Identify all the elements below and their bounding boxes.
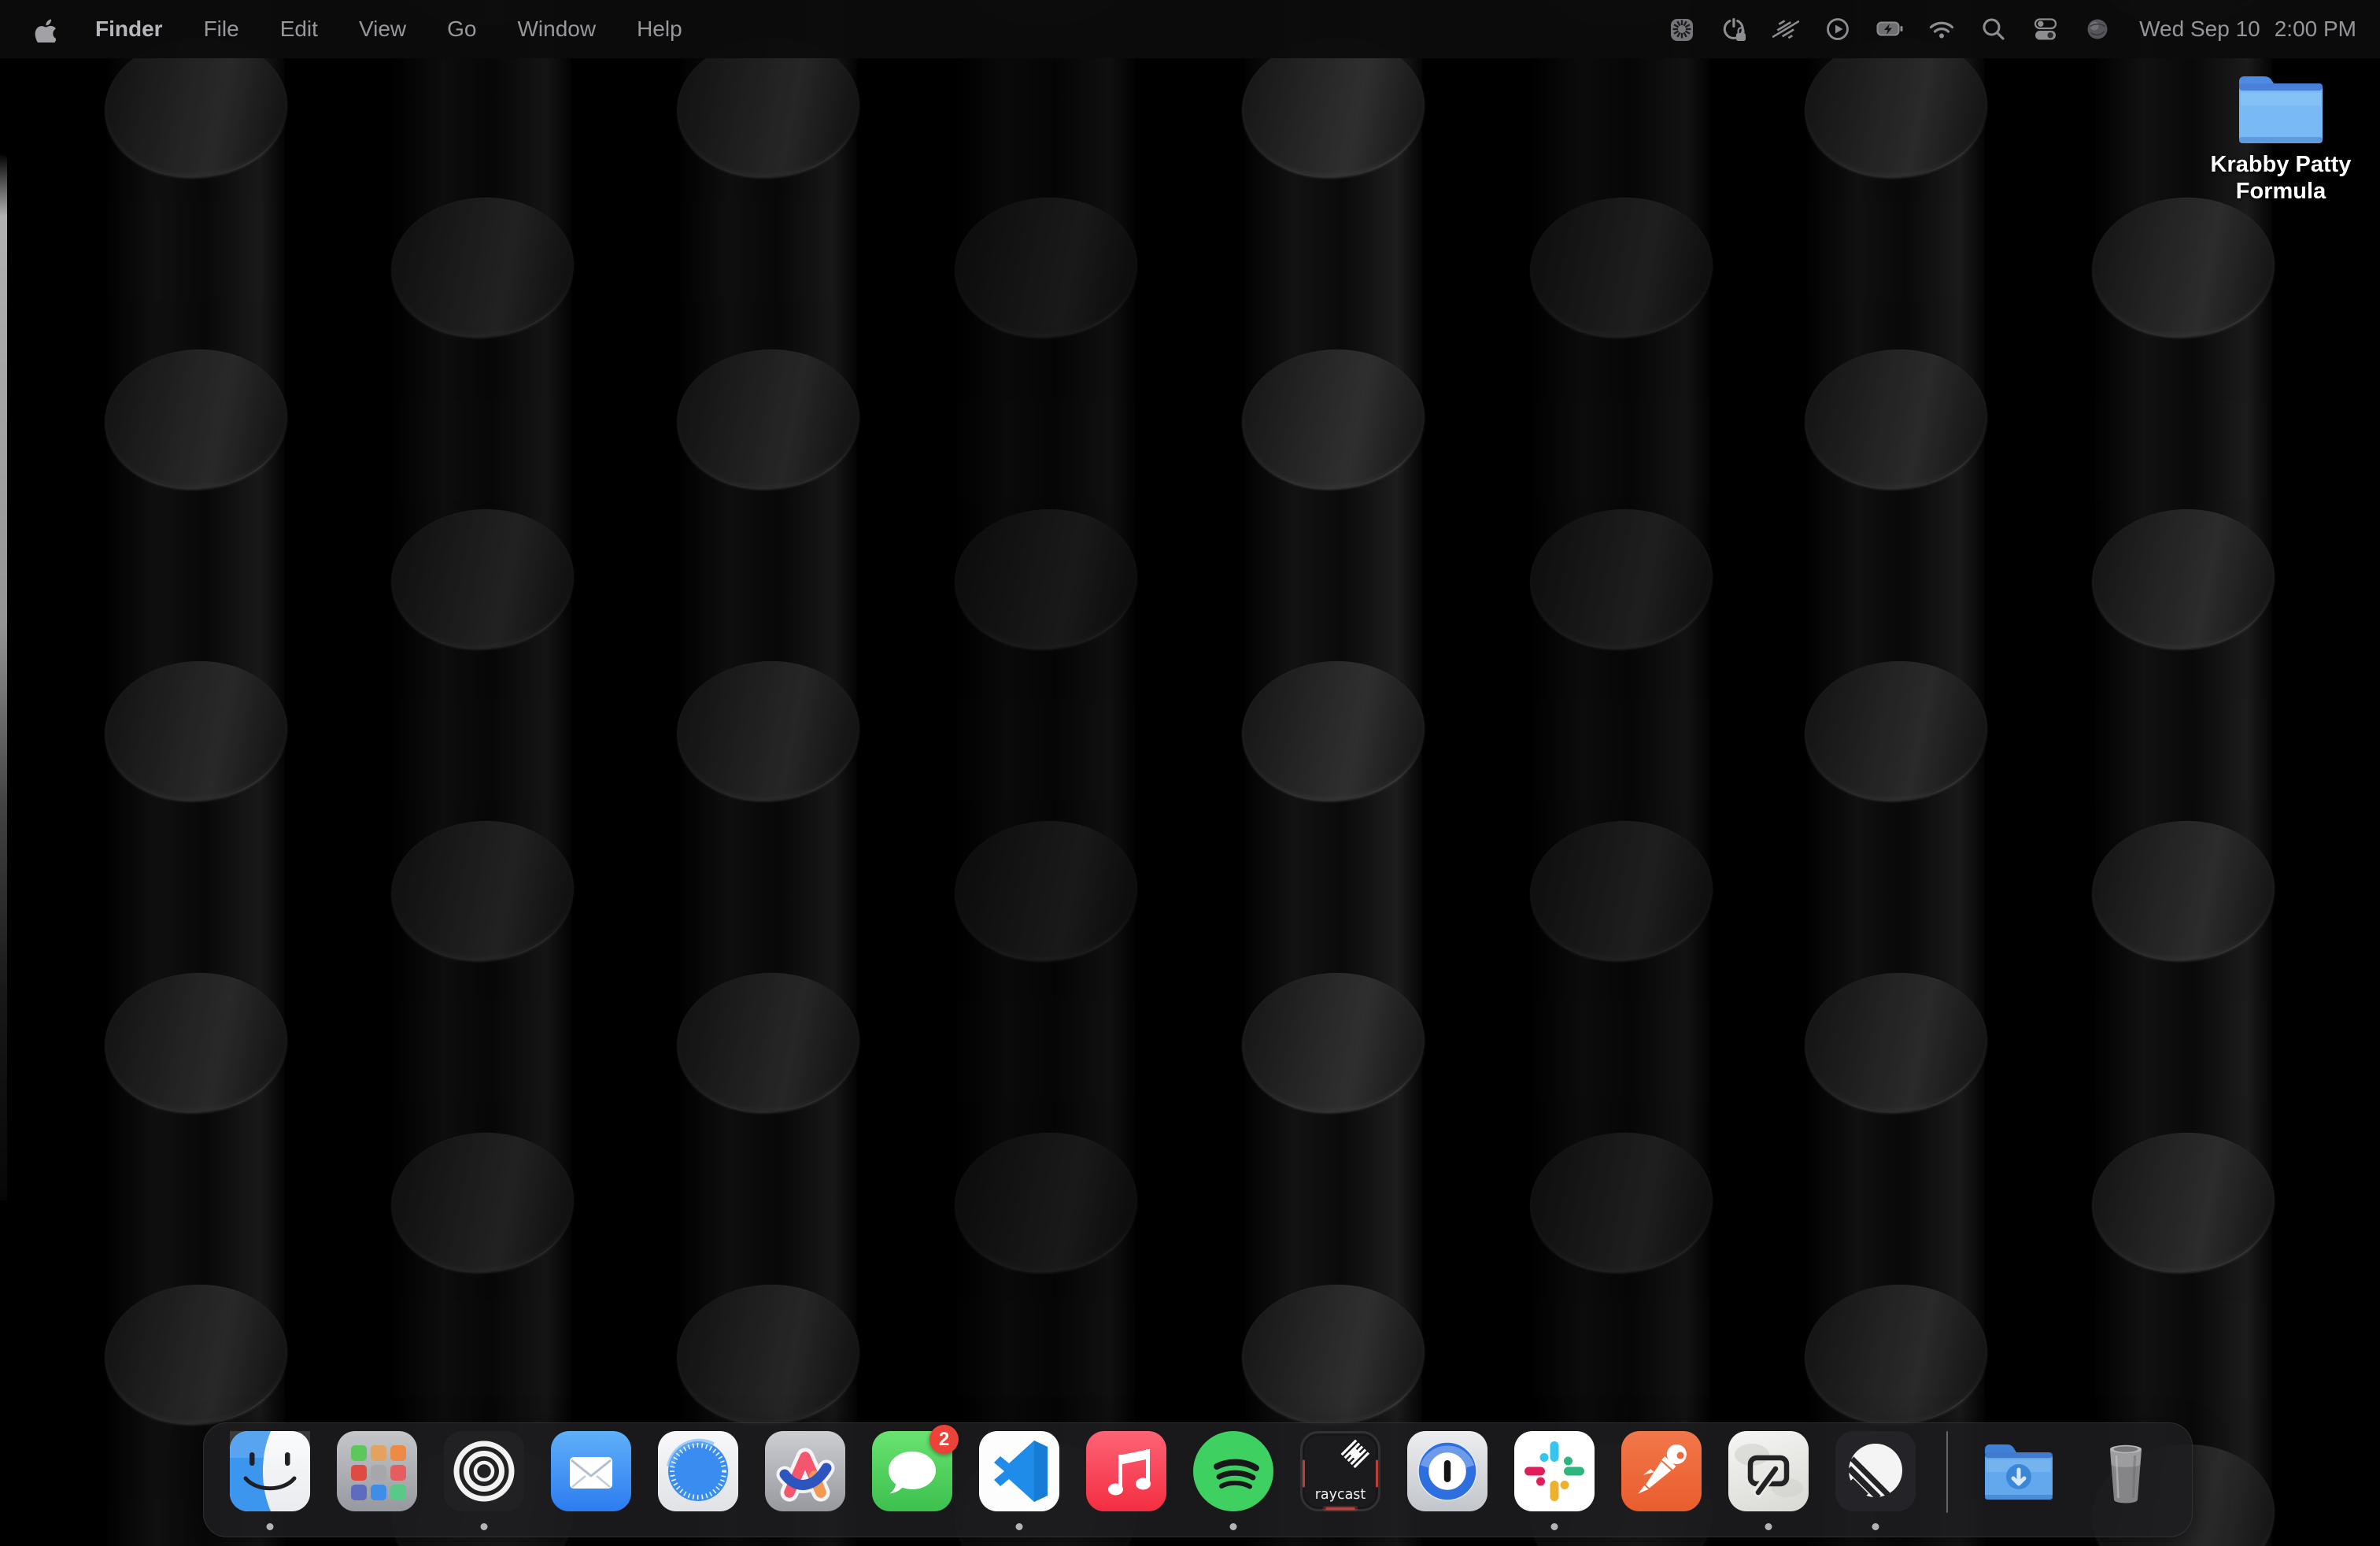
- dock-icon-messages[interactable]: 2: [872, 1431, 952, 1511]
- spotlight-search-icon[interactable]: [1968, 16, 2020, 43]
- dock-icon-safari[interactable]: [658, 1431, 738, 1511]
- wallpaper-column: [1242, 0, 1425, 1546]
- running-indicator-dot: [1016, 1523, 1023, 1530]
- menu-items: FinderFileEditViewGoWindowHelp: [75, 0, 703, 58]
- raycast-icon: raycast: [1300, 1431, 1380, 1511]
- concentric-rings-app-icon: [444, 1431, 524, 1511]
- notification-badge: 2: [929, 1425, 959, 1454]
- menu-item-file[interactable]: File: [183, 17, 260, 41]
- spotify-icon: [1193, 1431, 1273, 1511]
- menu-item-help[interactable]: Help: [616, 17, 703, 41]
- apple-music-icon: [1086, 1431, 1166, 1511]
- menu-bar: FinderFileEditViewGoWindowHelp Wed Sep 1…: [0, 0, 2380, 58]
- status-icons: [1656, 16, 2123, 43]
- wallpaper-column: [105, 0, 287, 1546]
- running-indicator-dot: [1230, 1523, 1237, 1530]
- running-indicator-dot: [1765, 1523, 1772, 1530]
- running-indicator-dot: [1551, 1523, 1558, 1530]
- desktop-wallpaper: [0, 0, 2380, 1546]
- slack-icon: [1514, 1431, 1595, 1511]
- dock-icon-one-password[interactable]: [1407, 1431, 1488, 1511]
- dock: 2 raycast: [203, 1422, 2193, 1537]
- desktop-folder-krabby-patty[interactable]: Krabby Patty Formula: [2194, 69, 2367, 205]
- finder-icon: [230, 1431, 310, 1511]
- dock-icon-zed-like-app[interactable]: [1728, 1431, 1809, 1511]
- menu-item-view[interactable]: View: [338, 17, 427, 41]
- dock-icon-finder[interactable]: [230, 1431, 310, 1511]
- dock-icon-arc-browser[interactable]: [765, 1431, 845, 1511]
- dock-icon-mail[interactable]: [551, 1431, 631, 1511]
- dock-icon-launchpad[interactable]: [337, 1431, 417, 1511]
- sunburst-app-icon[interactable]: [1656, 16, 1708, 43]
- menu-item-go[interactable]: Go: [427, 17, 497, 41]
- dock-icon-spotify[interactable]: [1193, 1431, 1273, 1511]
- trash-icon: [2086, 1431, 2166, 1511]
- battery-charging-icon[interactable]: [1864, 16, 1916, 43]
- wallpaper-column: [955, 0, 1137, 1546]
- menu-bar-status: Wed Sep 10 2:00 PM: [1656, 16, 2356, 43]
- now-playing-icon[interactable]: [1812, 16, 1864, 43]
- menu-item-edit[interactable]: Edit: [260, 17, 338, 41]
- svg-text:raycast: raycast: [1315, 1487, 1366, 1503]
- striped-privacy-icon[interactable]: [1760, 16, 1812, 43]
- dock-divider: [1946, 1431, 1948, 1513]
- running-indicator-dot: [1872, 1523, 1879, 1530]
- folder-icon[interactable]: [2234, 69, 2327, 146]
- menu-item-finder[interactable]: Finder: [75, 17, 183, 41]
- dock-icon-downloads-folder[interactable]: [1979, 1431, 2059, 1511]
- clock-time: 2:00 PM: [2275, 17, 2356, 42]
- dock-icon-postman[interactable]: [1621, 1431, 1702, 1511]
- dock-icon-raycast[interactable]: raycast: [1300, 1431, 1380, 1511]
- vscode-icon: [979, 1431, 1059, 1511]
- linear-like-app-icon: [1835, 1431, 1916, 1511]
- launchpad-icon: [337, 1431, 417, 1511]
- dock-icon-linear-like-app[interactable]: [1835, 1431, 1916, 1511]
- siri-sphere-icon[interactable]: [2071, 16, 2123, 43]
- folder-label: Krabby Patty Formula: [2206, 151, 2356, 205]
- wallpaper-edge-highlight: [0, 153, 7, 1200]
- dock-icon-apple-music[interactable]: [1086, 1431, 1166, 1511]
- dock-icon-slack[interactable]: [1514, 1431, 1595, 1511]
- clock-date: Wed Sep 10: [2139, 17, 2260, 42]
- menu-item-window[interactable]: Window: [497, 17, 616, 41]
- menu-bar-left: FinderFileEditViewGoWindowHelp: [30, 0, 703, 58]
- postman-icon: [1621, 1431, 1702, 1511]
- wallpaper-column: [1805, 0, 1987, 1546]
- one-password-icon: [1407, 1431, 1488, 1511]
- dock-icon-vscode[interactable]: [979, 1431, 1059, 1511]
- wallpaper-column: [2092, 0, 2275, 1546]
- control-center-icon[interactable]: [2020, 16, 2071, 43]
- menu-bar-clock[interactable]: Wed Sep 10 2:00 PM: [2139, 17, 2356, 42]
- dock-icon-concentric-rings-app[interactable]: [444, 1431, 524, 1511]
- running-indicator-dot: [267, 1523, 274, 1530]
- wifi-icon[interactable]: [1916, 16, 1968, 43]
- wallpaper-column: [1530, 0, 1713, 1546]
- wallpaper-column: [677, 0, 859, 1546]
- power-lock-icon[interactable]: [1708, 16, 1760, 43]
- apple-menu-icon[interactable]: [30, 17, 75, 43]
- safari-icon: [658, 1431, 738, 1511]
- dock-icon-trash[interactable]: [2086, 1431, 2166, 1511]
- mail-icon: [551, 1431, 631, 1511]
- wallpaper-column: [391, 0, 574, 1546]
- zed-like-app-icon: [1728, 1431, 1809, 1511]
- running-indicator-dot: [481, 1523, 488, 1530]
- downloads-folder-icon: [1979, 1431, 2059, 1511]
- arc-browser-icon: [765, 1431, 845, 1511]
